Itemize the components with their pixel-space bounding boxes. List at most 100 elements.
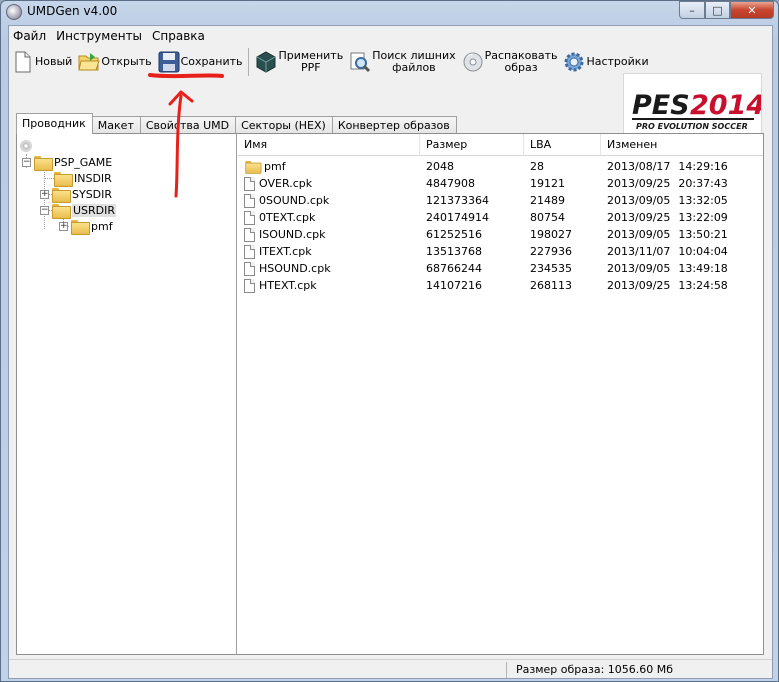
window-title: UMDGen v4.00 [27, 4, 118, 18]
folder-icon [52, 187, 71, 203]
tree-item-label: INSDIR [74, 171, 112, 185]
table-row[interactable]: 0SOUND.cpk 121373364 21489 2013/09/05 13:32:… [238, 192, 763, 209]
new-button[interactable]: Новый [9, 47, 75, 77]
file-name: HSOUND.cpk [259, 262, 331, 275]
tree-item-insdir[interactable]: INSDIR [54, 170, 112, 187]
tree-item-sysdir[interactable]: + SYSDIR [40, 186, 112, 203]
expand-toggle-icon[interactable]: + [40, 189, 49, 199]
apply-ppf-label-line2: PPF [301, 61, 321, 74]
cell-name: HSOUND.cpk [238, 260, 420, 277]
unpack-label: Распаковать образ [485, 50, 558, 74]
table-row[interactable]: 0TEXT.cpk 240174914 80754 2013/09/25 13:22:0… [238, 209, 763, 226]
tree-root-disc[interactable] [20, 138, 32, 154]
cell-size: 61252516 [426, 228, 482, 241]
tab-explorer[interactable]: Проводник [16, 113, 93, 134]
tree-item-pmf[interactable]: + pmf [59, 218, 113, 235]
folder-tree[interactable]: − PSP_GAME INSDIR + SYSDIR − USRDIR + pm… [17, 134, 237, 654]
tree-line [44, 178, 54, 179]
new-document-icon [12, 51, 32, 73]
status-bar: Размер образа: 1056.60 Мб [9, 659, 772, 678]
modified-date: 2013/09/25 [607, 279, 671, 292]
cell-modified: 2013/09/25 20:37:43 [601, 175, 763, 192]
modified-time: 20:37:43 [678, 177, 728, 190]
table-row[interactable]: ITEXT.cpk 13513768 227936 2013/11/07 10:04:0… [238, 243, 763, 260]
save-button[interactable]: Сохранить [155, 47, 246, 77]
cell-modified: 2013/09/25 13:22:09 [601, 209, 763, 226]
tab-image-converter[interactable]: Конвертер образов [331, 116, 457, 134]
settings-label: Настройки [586, 55, 649, 68]
collapse-toggle-icon[interactable]: − [40, 205, 49, 215]
close-button[interactable]: ✕ [730, 1, 774, 19]
table-row[interactable]: ISOUND.cpk 61252516 198027 2013/09/05 13:50:… [238, 226, 763, 243]
open-button[interactable]: Открыть [75, 47, 154, 77]
modified-date: 2013/09/05 [607, 194, 671, 207]
explorer-panel: − PSP_GAME INSDIR + SYSDIR − USRDIR + pm… [16, 133, 764, 655]
expand-toggle-icon[interactable]: + [59, 221, 68, 231]
modified-date: 2013/09/05 [607, 228, 671, 241]
title-bar[interactable]: UMDGen v4.00 – □ ✕ [1, 1, 779, 23]
modified-date: 2013/08/17 [607, 160, 671, 173]
column-header-modified[interactable]: Изменен [601, 134, 763, 156]
cell-lba: 198027 [530, 228, 572, 241]
folder-icon [34, 155, 53, 171]
tree-item-label: USRDIR [72, 203, 117, 217]
file-icon [244, 176, 255, 191]
modified-time: 10:04:04 [678, 245, 728, 258]
collapse-toggle-icon[interactable]: − [22, 157, 31, 167]
tree-item-usrdir[interactable]: − USRDIR [40, 202, 117, 219]
cell-lba: 19121 [530, 177, 565, 190]
find-extra-label-line2: файлов [392, 61, 436, 74]
table-row[interactable]: pmf 2048 28 2013/08/17 14:29:16 [238, 158, 763, 175]
cell-name: 0TEXT.cpk [238, 209, 420, 226]
file-name: 0SOUND.cpk [259, 194, 330, 207]
cell-name: OVER.cpk [238, 175, 420, 192]
maximize-button[interactable]: □ [705, 1, 730, 19]
cell-name: pmf [238, 158, 420, 175]
cell-name: HTEXT.cpk [238, 277, 420, 294]
modified-date: 2013/09/25 [607, 211, 671, 224]
status-image-size: Размер образа: 1056.60 Мб [506, 662, 770, 678]
cell-lba: 21489 [530, 194, 565, 207]
folder-icon [245, 160, 262, 174]
cell-lba: 28 [530, 160, 544, 173]
tab-sectors-hex[interactable]: Секторы (HEX) [235, 116, 333, 134]
table-row[interactable]: HSOUND.cpk 68766244 234535 2013/09/05 13:49:… [238, 260, 763, 277]
find-extra-label: Поиск лишних файлов [372, 50, 455, 74]
column-header-name[interactable]: Имя [238, 134, 420, 156]
menu-file[interactable]: Файл [9, 26, 52, 45]
tab-layout[interactable]: Макет [91, 116, 141, 134]
cell-size: 121373364 [426, 194, 489, 207]
column-header-size[interactable]: Размер [420, 134, 524, 156]
svg-text:2014: 2014 [690, 90, 761, 121]
modified-date: 2013/09/05 [607, 262, 671, 275]
magnifier-icon [349, 51, 371, 73]
tree-item-psp-game[interactable]: − PSP_GAME [22, 154, 113, 171]
file-name: 0TEXT.cpk [259, 211, 316, 224]
find-extra-files-button[interactable]: Поиск лишних файлов [346, 47, 458, 77]
menu-bar: Файл Инструменты Справка [9, 26, 772, 45]
window-controls: – □ ✕ [679, 1, 774, 19]
tab-umd-properties[interactable]: Свойства UMD [139, 116, 237, 134]
modified-time: 14:29:16 [678, 160, 728, 173]
file-name: ITEXT.cpk [259, 245, 312, 258]
tree-item-label: PSP_GAME [54, 155, 113, 169]
minimize-button[interactable]: – [679, 1, 705, 19]
modified-time: 13:50:21 [678, 228, 728, 241]
file-icon [244, 193, 255, 208]
disc-icon [20, 140, 32, 152]
file-list[interactable]: Имя Размер LBA Изменен pmf 2048 28 2013/08/… [238, 134, 763, 654]
column-header-lba[interactable]: LBA [524, 134, 601, 156]
cell-modified: 2013/08/17 14:29:16 [601, 158, 763, 175]
cell-size: 240174914 [426, 211, 489, 224]
menu-help[interactable]: Справка [148, 26, 211, 45]
menu-tools[interactable]: Инструменты [52, 26, 148, 45]
table-row[interactable]: HTEXT.cpk 14107216 268113 2013/09/25 13:24:5… [238, 277, 763, 294]
apply-ppf-button[interactable]: Применить PPF [252, 47, 346, 77]
cell-size: 13513768 [426, 245, 482, 258]
table-row[interactable]: OVER.cpk 4847908 19121 2013/09/25 20:37:43 [238, 175, 763, 192]
cell-name: ITEXT.cpk [238, 243, 420, 260]
unpack-image-button[interactable]: Распаковать образ [459, 47, 561, 77]
cell-name: 0SOUND.cpk [238, 192, 420, 209]
toolbar-separator [248, 48, 250, 76]
modified-time: 13:24:58 [678, 279, 728, 292]
